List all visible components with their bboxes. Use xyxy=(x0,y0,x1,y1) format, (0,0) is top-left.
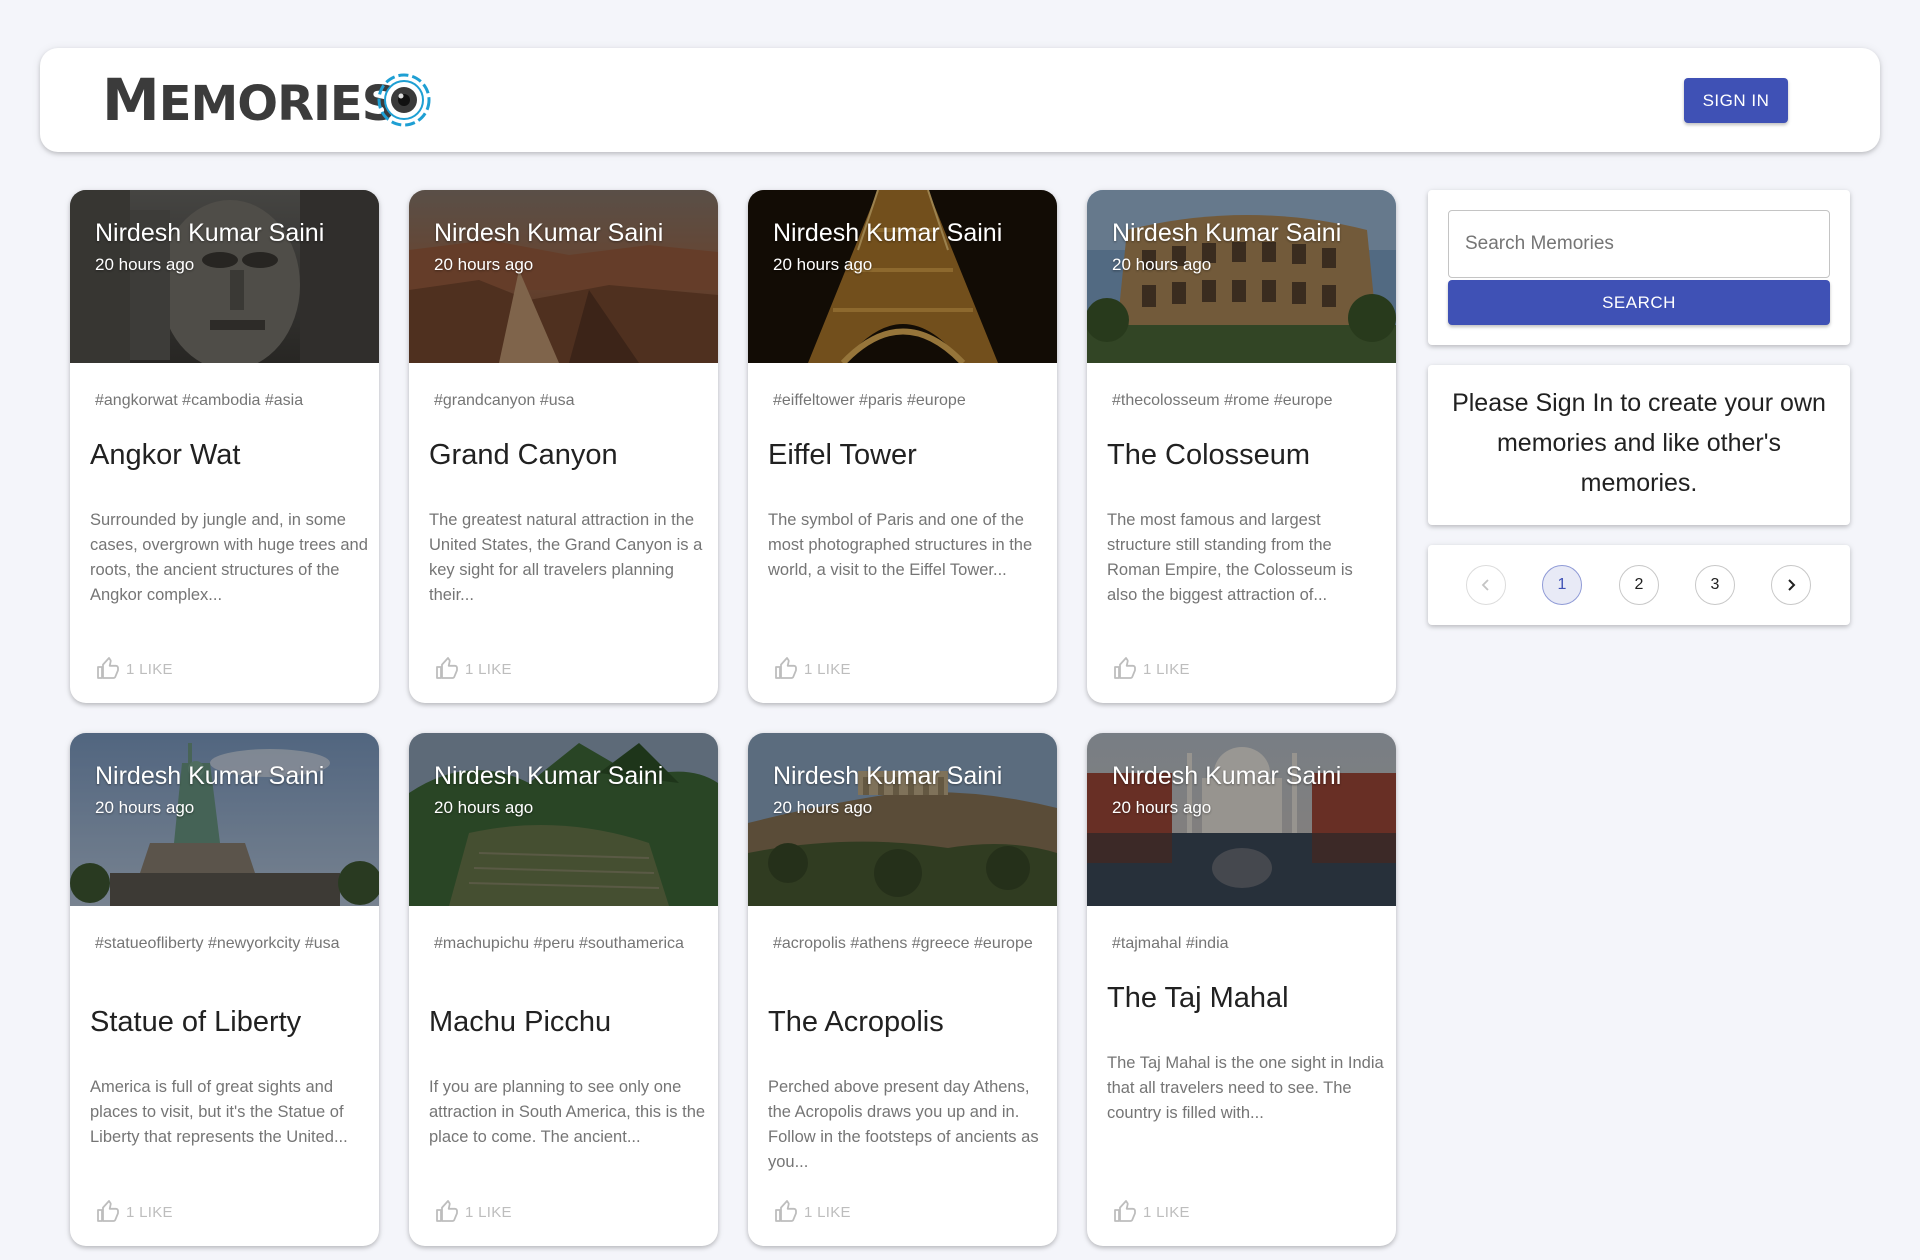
thumb-up-icon xyxy=(1114,1200,1136,1222)
post-creator: Nirdesh Kumar Saini xyxy=(95,219,325,247)
post-creator: Nirdesh Kumar Saini xyxy=(1112,219,1342,247)
search-input[interactable] xyxy=(1448,210,1830,278)
post-message: The greatest natural attraction in the U… xyxy=(429,511,703,604)
post-title: The Colosseum xyxy=(1107,439,1311,471)
post-time: 20 hours ago xyxy=(773,255,873,274)
like-count: 1 LIKE xyxy=(126,1204,173,1221)
post-title: Grand Canyon xyxy=(429,439,618,471)
post-tags: #thecolosseum #rome #europe xyxy=(1112,392,1333,409)
post-time: 20 hours ago xyxy=(773,798,873,817)
chevron-left-icon xyxy=(1481,579,1489,591)
post-message: The most famous and largest structure st… xyxy=(1107,511,1353,604)
post-title: Statue of Liberty xyxy=(90,1006,302,1038)
post-card[interactable]: Nirdesh Kumar Saini 20 hours ago #thecol… xyxy=(1087,190,1396,703)
post-creator: Nirdesh Kumar Saini xyxy=(773,762,1003,790)
post-image xyxy=(409,190,718,363)
thumb-up-icon xyxy=(97,657,119,679)
app-logo-text[interactable]: MEMORIES xyxy=(102,70,397,134)
app-bar: MEMORIES SIGN IN xyxy=(40,48,1880,152)
post-tags: #angkorwat #cambodia #asia xyxy=(95,392,304,409)
previous-page-button[interactable] xyxy=(1466,565,1506,605)
search-panel: SEARCH xyxy=(1428,190,1850,345)
post-creator: Nirdesh Kumar Saini xyxy=(95,762,325,790)
logo-word: EMORIES xyxy=(158,76,397,132)
search-button[interactable]: SEARCH xyxy=(1448,280,1830,325)
post-creator: Nirdesh Kumar Saini xyxy=(434,762,664,790)
like-count: 1 LIKE xyxy=(804,661,851,678)
thumb-up-icon xyxy=(97,1200,119,1222)
post-image xyxy=(70,190,379,363)
thumb-up-icon xyxy=(775,1200,797,1222)
post-time: 20 hours ago xyxy=(95,255,195,274)
post-image xyxy=(748,190,1057,363)
signin-notice-panel: Please Sign In to create your own memori… xyxy=(1428,365,1850,525)
post-image xyxy=(1087,733,1396,906)
post-title: Angkor Wat xyxy=(90,439,241,471)
post-card[interactable]: Nirdesh Kumar Saini 20 hours ago #tajmah… xyxy=(1087,733,1396,1246)
post-title: The Acropolis xyxy=(768,1006,944,1038)
post-card[interactable]: Nirdesh Kumar Saini 20 hours ago #angkor… xyxy=(70,190,379,703)
sign-in-button[interactable]: SIGN IN xyxy=(1684,78,1788,123)
logo-letter: M xyxy=(102,66,160,134)
thumb-up-icon xyxy=(1114,657,1136,679)
post-message: Perched above present day Athens, the Ac… xyxy=(768,1078,1039,1171)
thumb-up-icon xyxy=(436,1200,458,1222)
post-message: America is full of great sights and plac… xyxy=(90,1078,348,1146)
like-count: 1 LIKE xyxy=(465,661,512,678)
chevron-right-icon xyxy=(1788,579,1796,591)
like-count: 1 LIKE xyxy=(1143,1204,1190,1221)
post-card[interactable]: Nirdesh Kumar Saini 20 hours ago #grandc… xyxy=(409,190,718,703)
signin-message: Please Sign In to create your own memori… xyxy=(1452,389,1826,497)
post-tags: #statueofliberty #newyorkcity #usa xyxy=(95,935,340,952)
pagination-panel: 1 2 3 xyxy=(1428,545,1850,625)
like-count: 1 LIKE xyxy=(465,1204,512,1221)
post-image xyxy=(748,733,1057,906)
post-time: 20 hours ago xyxy=(1112,255,1212,274)
post-card[interactable]: Nirdesh Kumar Saini 20 hours ago #machup… xyxy=(409,733,718,1246)
post-message: The Taj Mahal is the one sight in India … xyxy=(1107,1054,1384,1122)
post-card[interactable]: Nirdesh Kumar Saini 20 hours ago #acropo… xyxy=(748,733,1057,1246)
post-tags: #grandcanyon #usa xyxy=(434,392,575,409)
post-creator: Nirdesh Kumar Saini xyxy=(1112,762,1342,790)
page-button-2[interactable]: 2 xyxy=(1619,565,1659,605)
post-title: Machu Picchu xyxy=(429,1006,612,1038)
post-creator: Nirdesh Kumar Saini xyxy=(773,219,1003,247)
post-message: Surrounded by jungle and, in some cases,… xyxy=(90,511,368,604)
post-title: Eiffel Tower xyxy=(768,439,917,471)
post-creator: Nirdesh Kumar Saini xyxy=(434,219,664,247)
post-tags: #eiffeltower #paris #europe xyxy=(773,392,966,409)
post-card[interactable]: Nirdesh Kumar Saini 20 hours ago #eiffel… xyxy=(748,190,1057,703)
next-page-button[interactable] xyxy=(1771,565,1811,605)
camera-lens-icon xyxy=(377,73,431,127)
post-tags: #tajmahal #india xyxy=(1112,935,1229,952)
post-message: If you are planning to see only one attr… xyxy=(429,1078,706,1146)
like-count: 1 LIKE xyxy=(1143,661,1190,678)
post-message: The symbol of Paris and one of the most … xyxy=(768,511,1033,579)
post-time: 20 hours ago xyxy=(434,798,534,817)
page-button-3[interactable]: 3 xyxy=(1695,565,1735,605)
thumb-up-icon xyxy=(436,657,458,679)
post-time: 20 hours ago xyxy=(95,798,195,817)
post-card[interactable]: Nirdesh Kumar Saini 20 hours ago #statue… xyxy=(70,733,379,1246)
like-count: 1 LIKE xyxy=(804,1204,851,1221)
post-tags: #machupichu #peru #southamerica xyxy=(434,935,684,952)
page-button-1[interactable]: 1 xyxy=(1542,565,1582,605)
post-time: 20 hours ago xyxy=(1112,798,1212,817)
post-image xyxy=(409,733,718,906)
post-image xyxy=(70,733,379,906)
post-tags: #acropolis #athens #greece #europe xyxy=(773,935,1033,952)
post-image xyxy=(1087,190,1396,363)
like-count: 1 LIKE xyxy=(126,661,173,678)
post-time: 20 hours ago xyxy=(434,255,534,274)
thumb-up-icon xyxy=(775,657,797,679)
post-title: The Taj Mahal xyxy=(1107,982,1289,1014)
